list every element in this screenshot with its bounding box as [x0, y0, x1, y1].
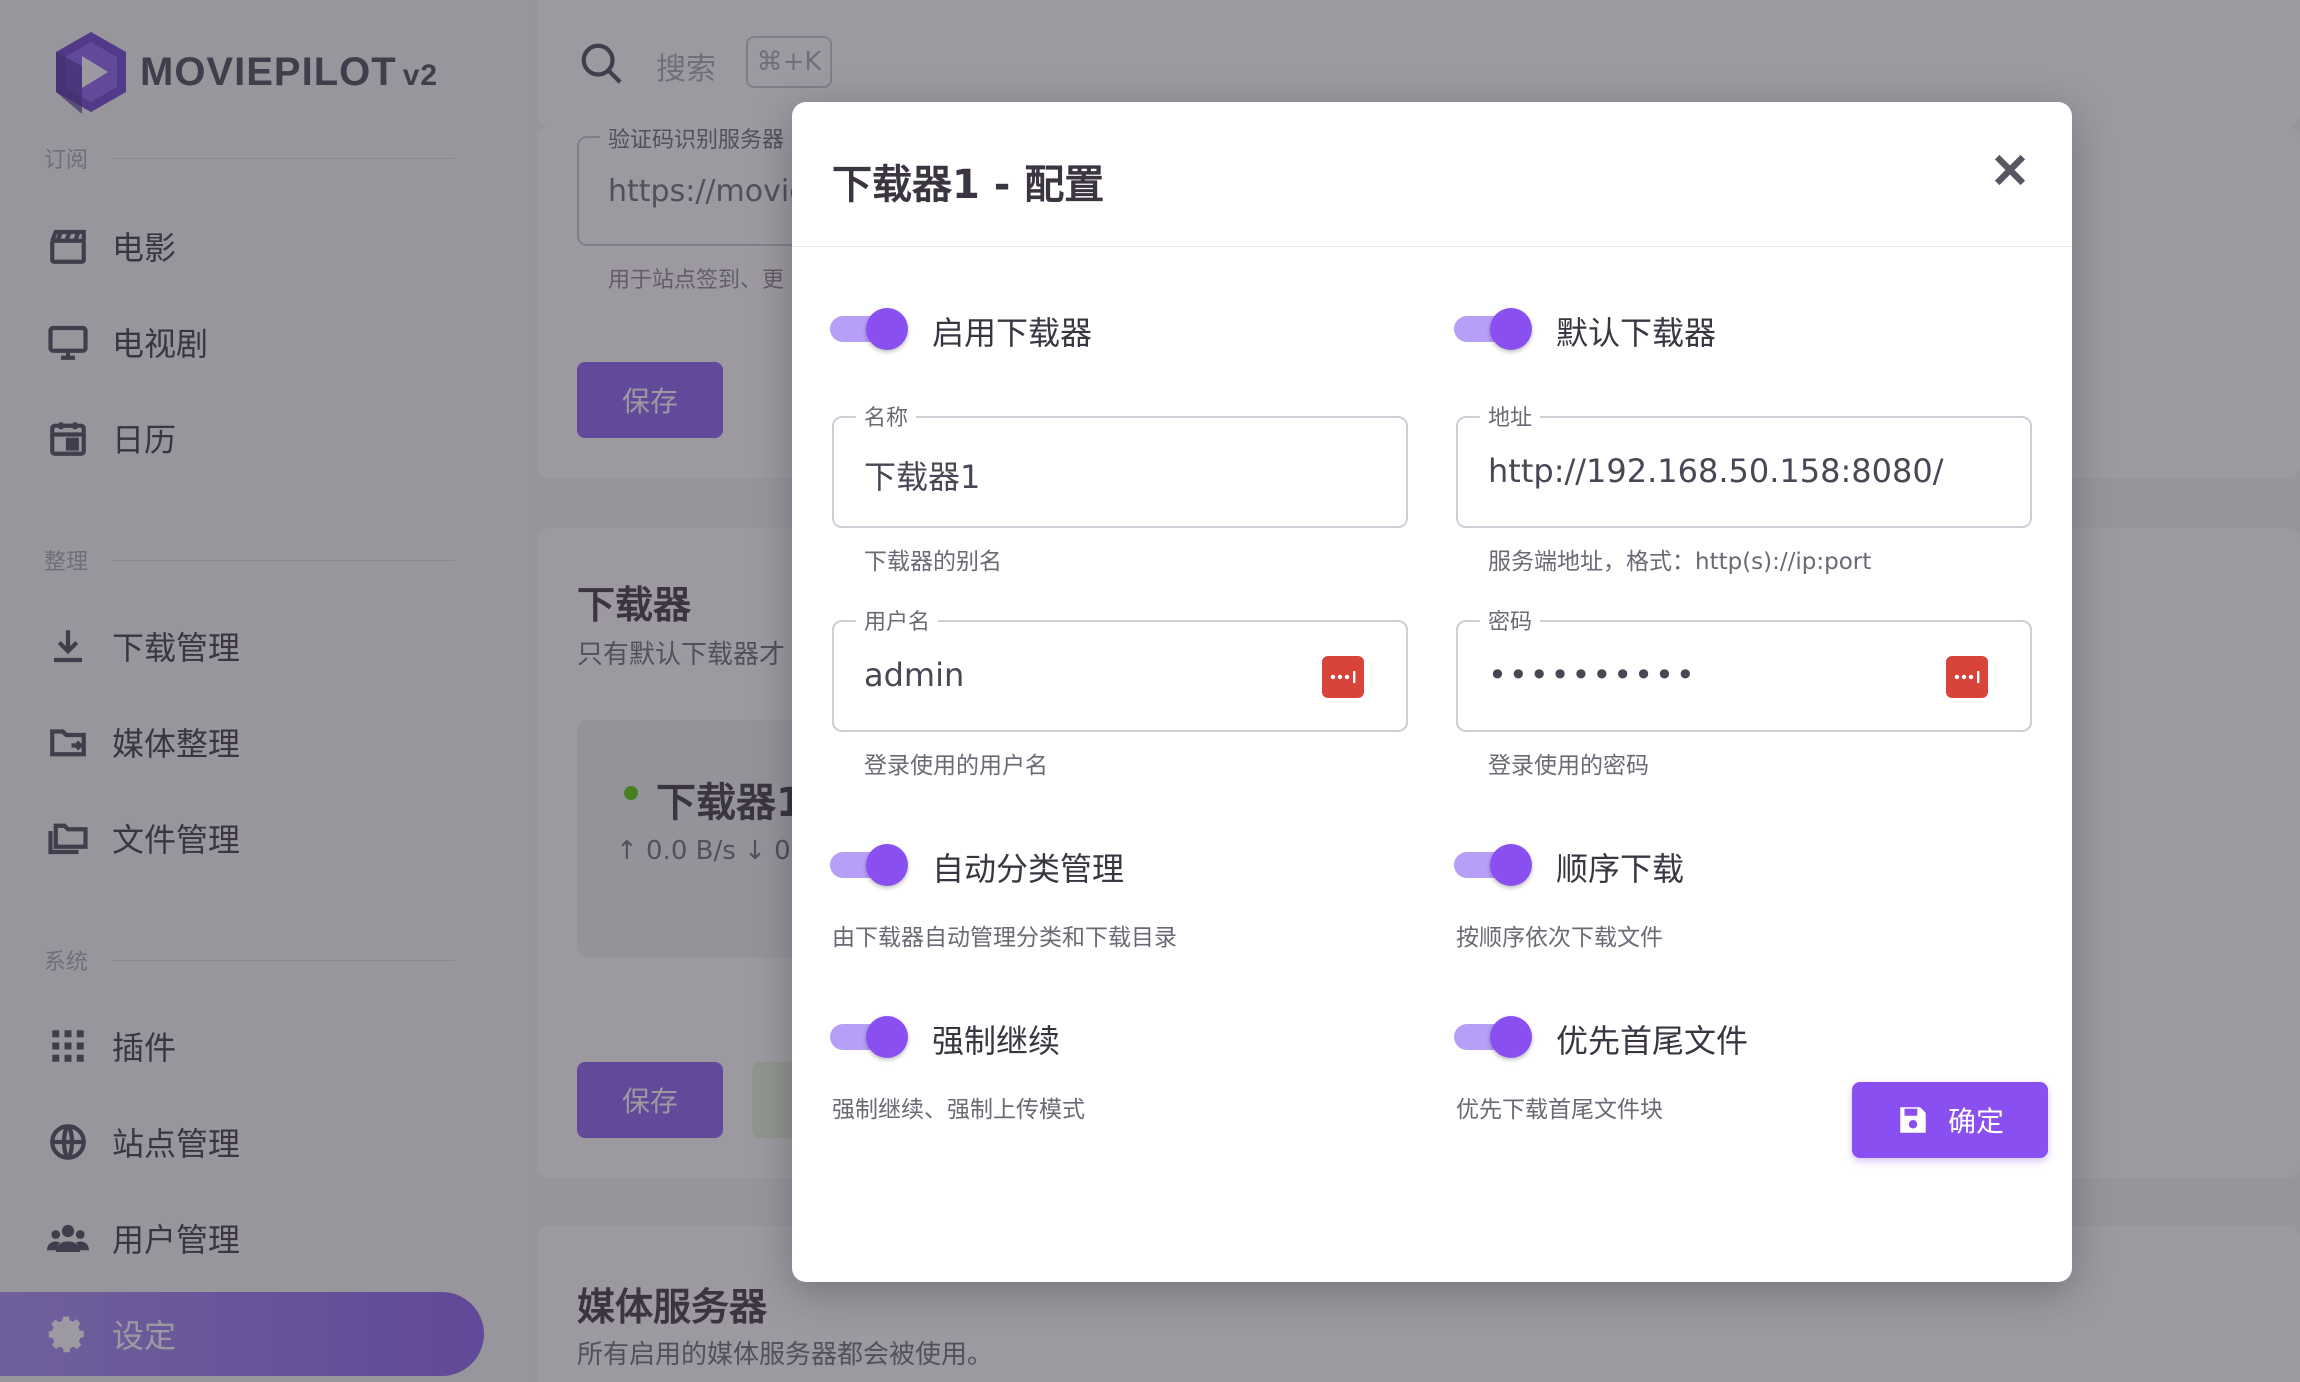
close-button[interactable]: [1988, 148, 2032, 192]
save-disk-icon: [1900, 1107, 1926, 1133]
name-field-label: 名称: [856, 400, 917, 432]
username-field-value: admin: [864, 656, 965, 694]
confirm-button-label: 确定: [1947, 1105, 2004, 1138]
confirm-button[interactable]: 确定: [1852, 1082, 2048, 1158]
enable-downloader-label: 启用下载器: [932, 314, 1093, 352]
username-field[interactable]: 用户名 admin: [832, 604, 1408, 732]
username-field-label: 用户名: [856, 604, 939, 636]
close-icon: [1994, 154, 2026, 186]
force-resume-hint: 强制继续、强制上传模式: [832, 1097, 1085, 1123]
name-field-hint: 下载器的别名: [864, 549, 1002, 575]
enable-downloader-switch[interactable]: [828, 306, 908, 350]
username-field-hint: 登录使用的用户名: [864, 753, 1048, 779]
auto-category-switch[interactable]: [828, 842, 908, 886]
address-field[interactable]: 地址 http://192.168.50.158:8080/: [1456, 400, 2032, 528]
sequential-download-hint: 按顺序依次下载文件: [1456, 925, 1663, 951]
address-field-label: 地址: [1480, 400, 1541, 432]
password-field-hint: 登录使用的密码: [1488, 753, 1649, 779]
first-last-priority-label: 优先首尾文件: [1556, 1022, 1749, 1060]
default-downloader-label: 默认下载器: [1556, 314, 1717, 352]
address-field-hint: 服务端地址，格式：http(s)://ip:port: [1488, 549, 1872, 575]
password-manager-icon[interactable]: [1322, 656, 1364, 698]
password-manager-icon[interactable]: [1946, 656, 1988, 698]
dialog-title: 下载器1 - 配置: [832, 162, 1105, 208]
auto-category-hint: 由下载器自动管理分类和下载目录: [832, 925, 1177, 951]
password-field-label: 密码: [1480, 604, 1541, 636]
auto-category-label: 自动分类管理: [932, 850, 1125, 888]
first-last-priority-hint: 优先下载首尾文件块: [1456, 1097, 1663, 1123]
default-downloader-switch[interactable]: [1452, 306, 1532, 350]
password-field-value: ••••••••••: [1488, 656, 1697, 694]
password-field[interactable]: 密码 ••••••••••: [1456, 604, 2032, 732]
dialog-divider: [792, 246, 2072, 247]
downloader-config-dialog: 下载器1 - 配置 启用下载器 默认下载器 名称 下载器1 下载器的别名 地址 …: [792, 102, 2072, 1282]
first-last-priority-switch[interactable]: [1452, 1014, 1532, 1058]
address-field-value: http://192.168.50.158:8080/: [1488, 452, 1944, 490]
sequential-download-switch[interactable]: [1452, 842, 1532, 886]
name-field[interactable]: 名称 下载器1: [832, 400, 1408, 528]
force-resume-switch[interactable]: [828, 1014, 908, 1058]
force-resume-label: 强制继续: [932, 1022, 1061, 1060]
name-field-value: 下载器1: [864, 458, 981, 496]
sequential-download-label: 顺序下载: [1556, 850, 1685, 888]
